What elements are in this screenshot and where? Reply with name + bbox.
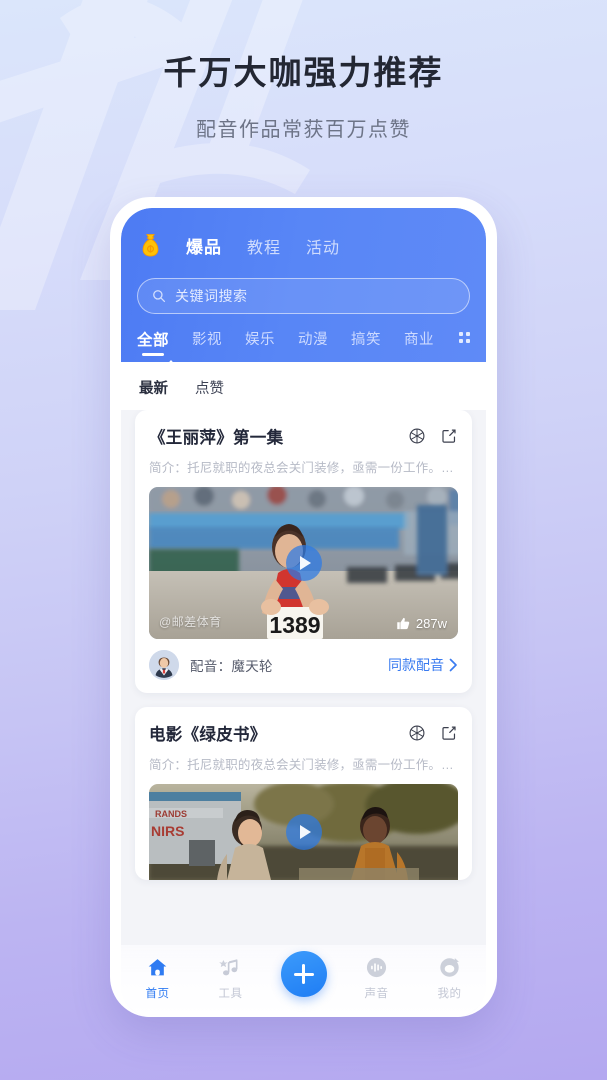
video-thumbnail[interactable]: 1389 @邮差体育 287w [149,487,458,639]
card-title: 《王丽萍》第一集 [149,429,284,447]
app-screen: 爆品 教程 活动 关键词搜索 全部 影视 娱乐 动漫 搞笑 商业 最新 点赞 《… [121,208,486,1017]
category-tabs: 全部 影视 娱乐 动漫 搞笑 商业 [137,328,470,362]
nav-label-sound: 声音 [364,988,389,1000]
avatar[interactable] [149,650,179,680]
video-card[interactable]: 《王丽萍》第一集 简介：托尼就职的夜总会关门装修，亟需一份工作。… 1389 @… [135,410,472,693]
phone-mockup: 爆品 教程 活动 关键词搜索 全部 影视 娱乐 动漫 搞笑 商业 最新 点赞 《… [110,197,497,1017]
nav-item-mine[interactable]: 我的 [413,956,486,1001]
like-count: 287w [396,616,447,631]
card-description: 简介：托尼就职的夜总会关门装修，亟需一份工作。… [149,461,454,475]
dubbing-author: 配音：魔天轮 [190,659,273,674]
card-actions [408,724,458,742]
nav-label-home: 首页 [145,988,170,1000]
share-icon[interactable] [440,724,458,742]
chevron-right-icon [449,658,458,672]
dubbing-row: 配音：魔天轮 同款配音 [149,639,458,693]
svg-text:1389: 1389 [269,612,320,638]
card-header: 电影《绿皮书》 [149,721,458,745]
video-feed[interactable]: 《王丽萍》第一集 简介：托尼就职的夜总会关门装修，亟需一份工作。… 1389 @… [121,410,486,985]
video-card[interactable]: 电影《绿皮书》 简介：托尼就职的夜总会关门装修，亟需一份工作。… RANDS N… [135,707,472,880]
aperture-icon[interactable] [408,724,426,742]
money-bag-icon [137,232,164,259]
sort-row: 最新 点赞 [121,362,486,410]
hero-title: 千万大咖强力推荐 [163,54,444,91]
same-dubbing-label: 同款配音 [388,657,444,673]
hero-section: 千万大咖强力推荐 配音作品常获百万点赞 [0,52,607,142]
thumbs-up-icon [396,616,411,631]
sort-zuixin[interactable]: 最新 [139,377,168,398]
card-title: 电影《绿皮书》 [149,726,267,744]
nav-item-create[interactable] [267,951,340,997]
bottom-navigation: 首页 工具 声音 我的 [121,945,486,1017]
grid-dots-icon[interactable] [459,332,470,343]
plus-icon[interactable] [280,951,327,997]
category-yingshi[interactable]: 影视 [192,328,222,357]
category-dongman[interactable]: 动漫 [298,328,328,357]
tab-huodong[interactable]: 活动 [306,234,340,258]
play-icon[interactable] [285,814,322,850]
nav-item-sound[interactable]: 声音 [340,956,413,1001]
tab-jiaocheng[interactable]: 教程 [247,234,281,258]
same-dubbing-link[interactable]: 同款配音 [388,655,458,675]
hero-subtitle: 配音作品常获百万点赞 [196,118,411,141]
share-icon[interactable] [440,427,458,445]
video-watermark: @邮差体育 [159,615,222,629]
category-yule[interactable]: 娱乐 [245,328,275,357]
aperture-icon[interactable] [408,427,426,445]
sort-dianzan[interactable]: 点赞 [195,377,224,398]
music-note-icon [219,956,242,979]
svg-text:NIRS: NIRS [151,823,184,839]
nav-label-mine: 我的 [437,988,462,1000]
nav-item-home[interactable]: 首页 [121,956,194,1001]
card-actions [408,427,458,445]
nav-item-tools[interactable]: 工具 [194,956,267,1001]
category-quanbu[interactable]: 全部 [137,328,169,358]
home-icon [146,956,169,979]
user-icon [438,956,461,979]
tab-baopin[interactable]: 爆品 [186,233,222,258]
video-thumbnail[interactable]: RANDS NIRS [149,784,458,880]
search-input[interactable]: 关键词搜索 [175,286,248,306]
svg-text:RANDS: RANDS [155,809,187,819]
card-header: 《王丽萍》第一集 [149,424,458,448]
header-top-row: 爆品 教程 活动 [137,224,470,266]
play-icon[interactable] [285,545,322,581]
sound-wave-icon [365,956,388,979]
app-header: 爆品 教程 活动 关键词搜索 全部 影视 娱乐 动漫 搞笑 商业 [121,208,486,369]
like-count-value: 287w [415,616,447,631]
nav-label-tools: 工具 [218,988,243,1000]
category-shangye[interactable]: 商业 [404,328,434,357]
search-bar[interactable]: 关键词搜索 [137,278,470,314]
category-gaoxiao[interactable]: 搞笑 [351,328,381,357]
search-icon [152,289,166,303]
top-tabs: 爆品 教程 活动 [186,233,340,258]
card-description: 简介：托尼就职的夜总会关门装修，亟需一份工作。… [149,758,454,772]
